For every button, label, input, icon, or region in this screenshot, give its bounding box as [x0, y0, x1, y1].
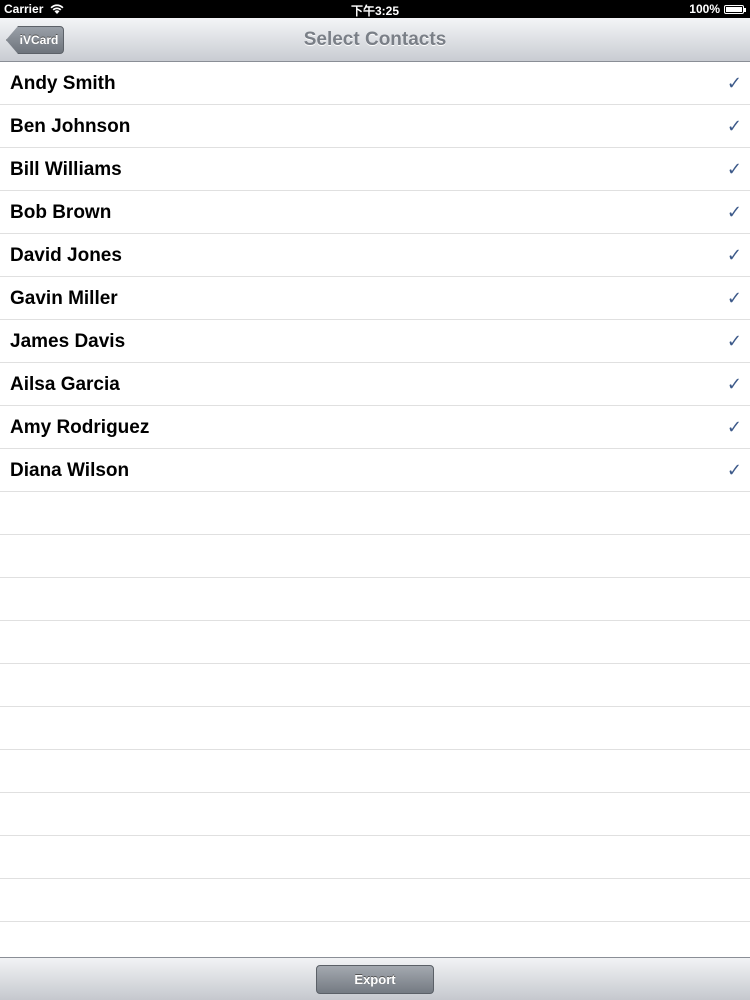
empty-row: [0, 578, 750, 621]
status-time: 下午3:25: [350, 4, 400, 18]
contact-row[interactable]: David Jones ✓: [0, 234, 750, 277]
contact-name: Amy Rodriguez: [10, 417, 150, 438]
checkmark-icon: ✓: [726, 460, 742, 480]
checkmark-icon: ✓: [726, 202, 742, 222]
contact-row[interactable]: Andy Smith ✓: [0, 62, 750, 105]
checkmark-icon: ✓: [726, 73, 742, 93]
empty-row: [0, 535, 750, 578]
empty-row: [0, 664, 750, 707]
checkmark-icon: ✓: [726, 417, 742, 437]
contact-row[interactable]: Bob Brown ✓: [0, 191, 750, 234]
empty-row: [0, 793, 750, 836]
contact-name: James Davis: [10, 331, 126, 352]
empty-row: [0, 836, 750, 879]
back-button[interactable]: iVCard: [6, 26, 64, 54]
empty-row: [0, 492, 750, 535]
export-button[interactable]: Export: [316, 965, 434, 994]
checkmark-icon: ✓: [726, 374, 742, 394]
contact-name: Diana Wilson: [10, 460, 130, 481]
empty-row: [0, 879, 750, 922]
checkmark-icon: ✓: [726, 159, 742, 179]
contact-row[interactable]: Bill Williams ✓: [0, 148, 750, 191]
empty-row: [0, 750, 750, 793]
checkmark-icon: ✓: [726, 245, 742, 265]
contact-name: David Jones: [10, 245, 122, 266]
checkmark-icon: ✓: [726, 288, 742, 308]
page-title: Select Contacts: [303, 29, 447, 50]
status-bar: Carrier 下午3:25 100%: [0, 0, 750, 18]
navigation-bar: Select Contacts iVCard: [0, 18, 750, 62]
contact-name: Gavin Miller: [10, 288, 118, 309]
empty-row: [0, 922, 750, 957]
contact-row[interactable]: Amy Rodriguez ✓: [0, 406, 750, 449]
contact-row[interactable]: Gavin Miller ✓: [0, 277, 750, 320]
contact-row[interactable]: James Davis ✓: [0, 320, 750, 363]
contact-name: Bob Brown: [10, 202, 112, 223]
contact-name: Ailsa Garcia: [10, 374, 120, 395]
battery-icon: [724, 4, 746, 14]
bottom-toolbar: Export: [0, 957, 750, 1000]
empty-row: [0, 707, 750, 750]
contact-name: Bill Williams: [10, 159, 122, 180]
battery-percent: 100%: [689, 2, 720, 16]
contact-row[interactable]: Diana Wilson ✓: [0, 449, 750, 492]
contacts-list[interactable]: Andy Smith ✓ Ben Johnson ✓ Bill Williams ✓ Bob…: [0, 62, 750, 957]
checkmark-icon: ✓: [726, 331, 742, 351]
contact-name: Andy Smith: [10, 73, 116, 94]
contact-row[interactable]: Ailsa Garcia ✓: [0, 363, 750, 406]
checkmark-icon: ✓: [726, 116, 742, 136]
contact-row[interactable]: Ben Johnson ✓: [0, 105, 750, 148]
contact-name: Ben Johnson: [10, 116, 131, 137]
battery-indicator: 100%: [689, 2, 746, 16]
empty-row: [0, 621, 750, 664]
